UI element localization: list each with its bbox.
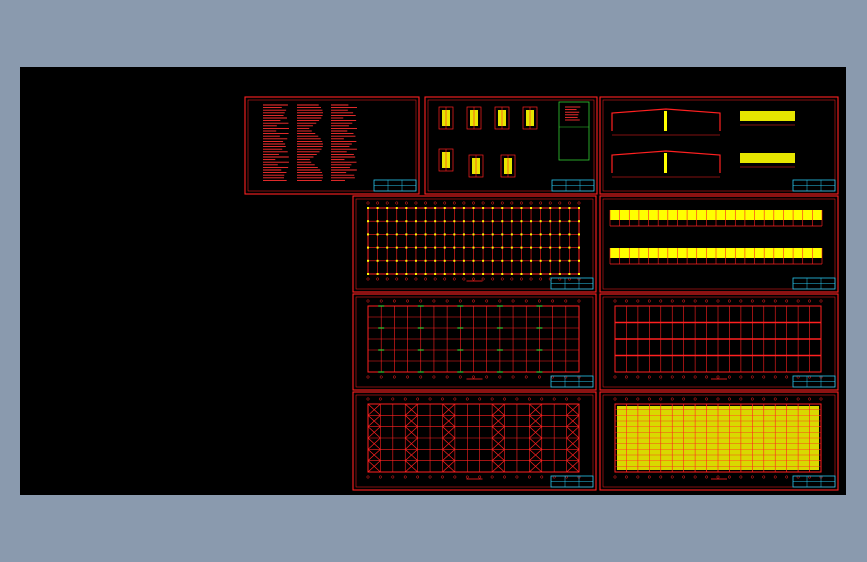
- title-block: [550, 375, 594, 388]
- drawing-canvas[interactable]: [20, 67, 846, 495]
- sheet-roof-plan[interactable]: [599, 293, 839, 391]
- cad-model-space[interactable]: [20, 67, 846, 495]
- sheet-purlin-plan[interactable]: [599, 391, 839, 491]
- sheet-bracing-plan[interactable]: [352, 391, 597, 491]
- title-block: [373, 179, 417, 192]
- title-block: [792, 179, 836, 192]
- sheet-frame-elevations[interactable]: [599, 96, 839, 195]
- sheet-plan-a[interactable]: [352, 195, 597, 293]
- sheet-long-elevations[interactable]: [599, 195, 839, 293]
- sheet-plan-b[interactable]: [352, 293, 597, 391]
- sheet-design-notes[interactable]: [244, 96, 420, 195]
- title-block: [550, 475, 594, 488]
- title-block: [551, 179, 595, 192]
- title-block: [550, 277, 594, 290]
- title-block: [792, 277, 836, 290]
- sheet-node-details[interactable]: [424, 96, 598, 195]
